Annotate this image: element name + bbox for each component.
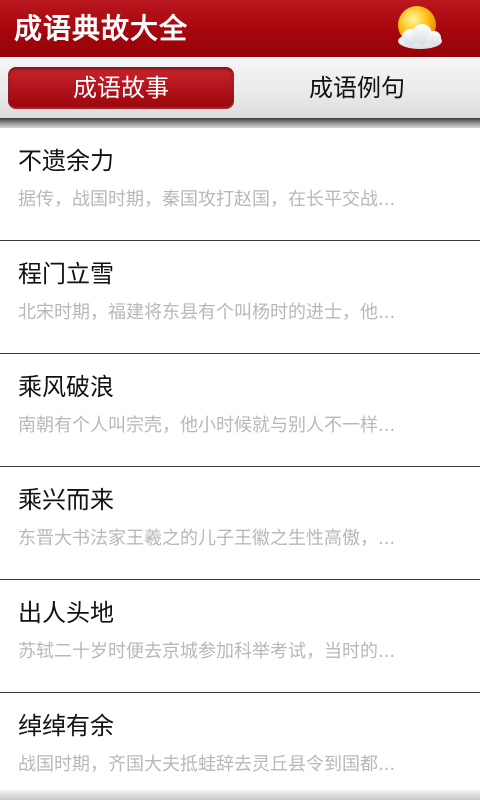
tab-idiom-stories[interactable]: 成语故事 [8, 67, 234, 109]
list-item-summary: 战国时期，齐国大夫抵蛙辞去灵丘县令到国都... [18, 754, 396, 775]
tab-idiom-examples[interactable]: 成语例句 [244, 67, 470, 109]
divider-shadow [0, 118, 480, 128]
list-item[interactable]: 绰绰有余 战国时期，齐国大夫抵蛙辞去灵丘县令到国都... [0, 693, 480, 800]
list-item[interactable]: 出人头地 苏轼二十岁时便去京城参加科举考试，当时的... [0, 580, 480, 693]
list-item-title: 绰绰有余 [18, 712, 114, 740]
list-item[interactable]: 程门立雪 北宋时期，福建将东县有个叫杨时的进士，他... [0, 241, 480, 354]
list-item-title: 出人头地 [18, 599, 114, 627]
list-item-title: 程门立雪 [18, 260, 114, 288]
list-item-summary: 据传，战国时期，秦国攻打赵国，在长平交战... [18, 189, 396, 210]
list-item-title: 乘风破浪 [18, 373, 114, 401]
app-title: 成语典故大全 [14, 12, 189, 45]
list-item-summary: 东晋大书法家王羲之的儿子王徽之生性高傲，... [18, 528, 396, 549]
list-item-summary: 北宋时期，福建将东县有个叫杨时的进士，他... [18, 302, 396, 323]
list-item-title: 不遗余力 [18, 147, 114, 175]
list-item[interactable]: 不遗余力 据传，战国时期，秦国攻打赵国，在长平交战... [0, 128, 480, 241]
list-bottom-edge [0, 790, 480, 800]
list-item[interactable]: 乘兴而来 东晋大书法家王羲之的儿子王徽之生性高傲，... [0, 467, 480, 580]
app-title-bar: 成语典故大全 [0, 0, 480, 57]
list-item-summary: 苏轼二十岁时便去京城参加科举考试，当时的... [18, 641, 396, 662]
tab-bar: 成语故事 成语例句 [0, 57, 480, 120]
list-item[interactable]: 乘风破浪 南朝有个人叫宗壳，他小时候就与别人不一样... [0, 354, 480, 467]
idiom-list: 不遗余力 据传，战国时期，秦国攻打赵国，在长平交战... 程门立雪 北宋时期，福… [0, 128, 480, 800]
weather-sun-cloud-icon[interactable] [390, 3, 450, 53]
list-item-summary: 南朝有个人叫宗壳，他小时候就与别人不一样... [18, 415, 396, 436]
list-item-title: 乘兴而来 [18, 486, 114, 514]
